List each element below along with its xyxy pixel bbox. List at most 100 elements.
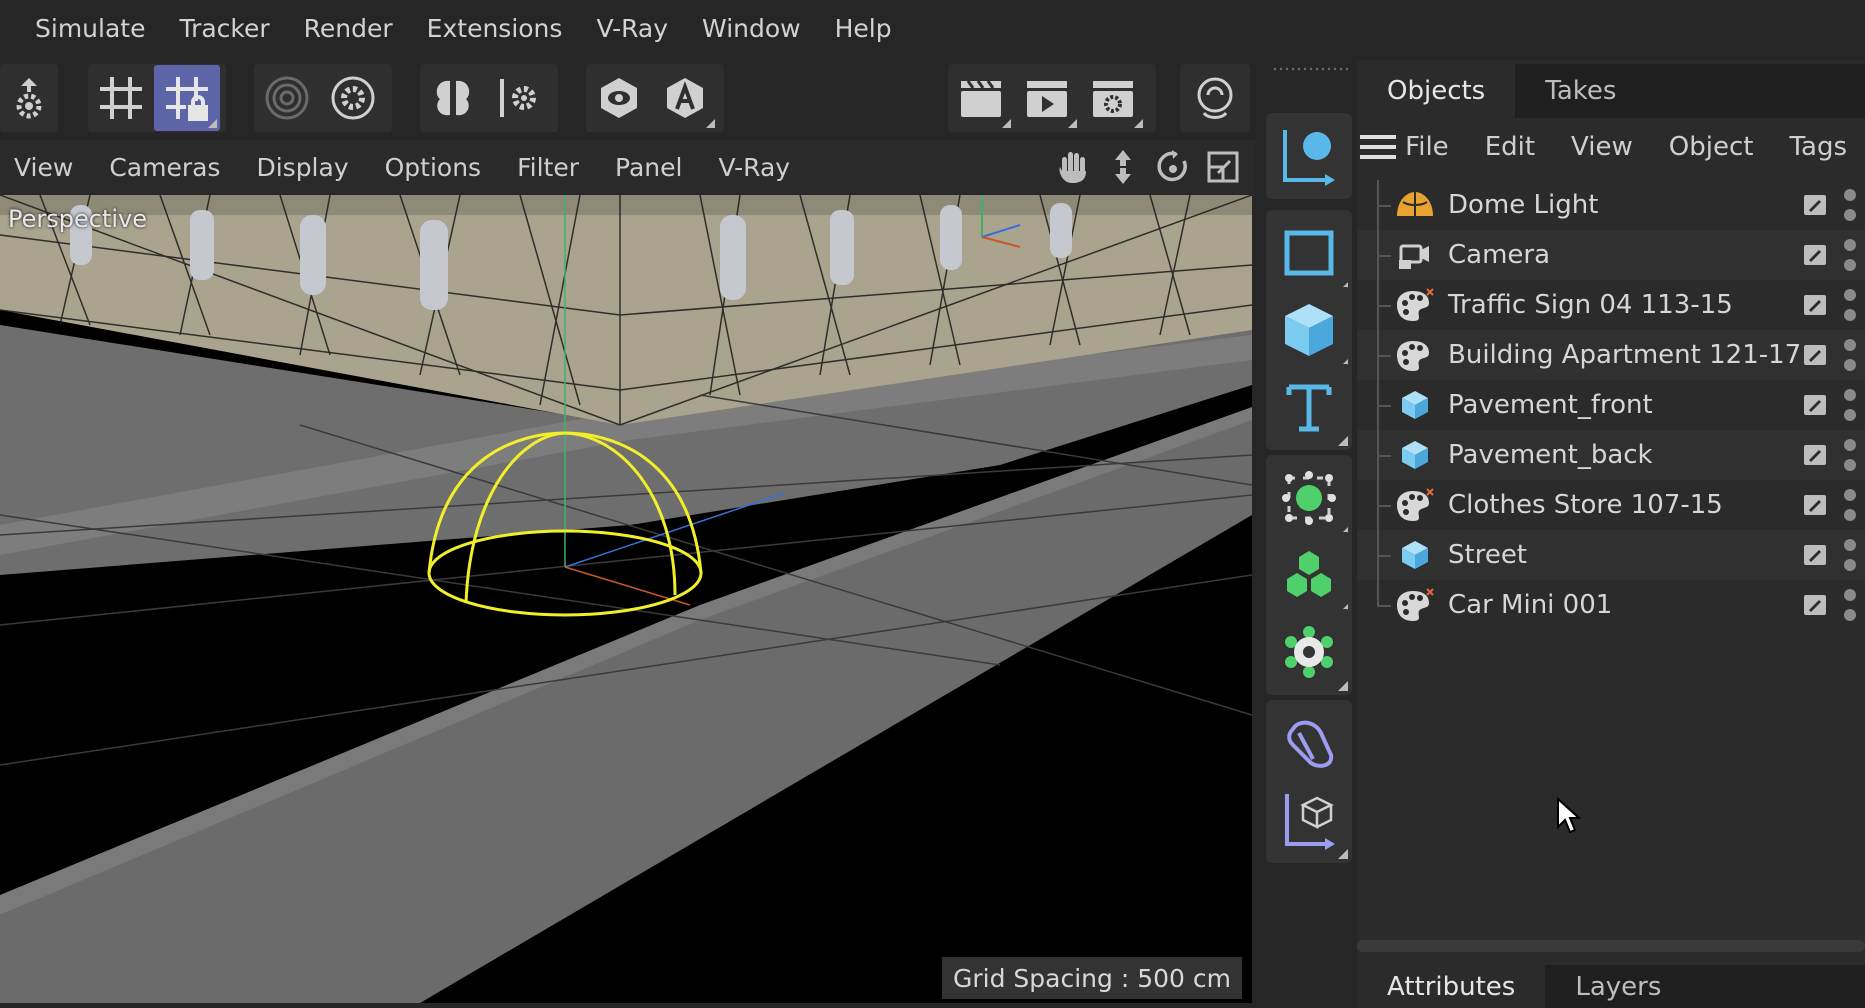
text-a-icon[interactable] bbox=[652, 65, 718, 131]
object-list: Dome Light Camera Traffic Sign 04 113-15 bbox=[1357, 180, 1865, 630]
object-name: Pavement_front bbox=[1448, 390, 1653, 420]
viewport-menu-options[interactable]: Options bbox=[367, 153, 499, 182]
list-item[interactable]: Pavement_back bbox=[1357, 430, 1865, 480]
viewport-menu-panel[interactable]: Panel bbox=[597, 153, 700, 182]
objects-menu-file[interactable]: File bbox=[1399, 132, 1467, 162]
viewport-menu-display[interactable]: Display bbox=[238, 153, 366, 182]
list-item[interactable]: Camera bbox=[1357, 230, 1865, 280]
snap-grid-icon[interactable] bbox=[88, 65, 154, 131]
edit-icon[interactable] bbox=[1803, 194, 1827, 216]
render-clapper-icon[interactable] bbox=[948, 65, 1014, 131]
move-sphere-icon[interactable] bbox=[1266, 113, 1352, 199]
objects-menu-edit[interactable]: Edit bbox=[1467, 132, 1553, 162]
viewport-label: Perspective bbox=[8, 205, 147, 233]
visibility-dots-icon[interactable] bbox=[1843, 238, 1857, 272]
viewport-menubar: View Cameras Display Options Filter Pane… bbox=[0, 140, 1255, 194]
objects-panel: Objects Takes File Edit View Object Tags… bbox=[1357, 60, 1865, 1008]
cube-object-icon bbox=[1395, 537, 1435, 573]
dome-light-icon bbox=[1395, 187, 1435, 223]
menu-help[interactable]: Help bbox=[818, 14, 909, 43]
asset-palette-icon bbox=[1395, 287, 1435, 323]
edit-icon[interactable] bbox=[1803, 244, 1827, 266]
target-rings-icon[interactable] bbox=[254, 65, 320, 131]
scene-render bbox=[0, 195, 1252, 1003]
viewport-menu-vray[interactable]: V-Ray bbox=[700, 153, 808, 182]
list-item[interactable]: Traffic Sign 04 113-15 bbox=[1357, 280, 1865, 330]
plane-square-icon[interactable] bbox=[1266, 210, 1352, 296]
viewport-menu-cameras[interactable]: Cameras bbox=[91, 153, 238, 182]
object-name: Building Apartment 121-17 bbox=[1448, 340, 1802, 370]
viewport-menu-filter[interactable]: Filter bbox=[499, 153, 597, 182]
deformer-shape-icon[interactable] bbox=[1266, 700, 1352, 786]
visibility-dots-icon[interactable] bbox=[1843, 188, 1857, 222]
gear-generator-icon[interactable] bbox=[1266, 609, 1352, 695]
edit-icon[interactable] bbox=[1803, 344, 1827, 366]
edit-icon[interactable] bbox=[1803, 544, 1827, 566]
menu-extensions[interactable]: Extensions bbox=[410, 14, 580, 43]
objects-menubar: File Edit View Object Tags bbox=[1357, 122, 1865, 172]
list-item[interactable]: Pavement_front bbox=[1357, 380, 1865, 430]
visibility-dots-icon[interactable] bbox=[1843, 588, 1857, 622]
visibility-dots-icon[interactable] bbox=[1843, 288, 1857, 322]
menu-render[interactable]: Render bbox=[287, 14, 410, 43]
snap-grid-lock-icon[interactable] bbox=[154, 65, 220, 131]
objects-menu-view[interactable]: View bbox=[1553, 132, 1651, 162]
cube-icon[interactable] bbox=[1266, 287, 1352, 373]
tab-attributes[interactable]: Attributes bbox=[1357, 965, 1546, 1008]
move-arrows-icon[interactable] bbox=[1101, 145, 1145, 189]
toolbar-group-hierarchy bbox=[0, 64, 58, 132]
tab-layers[interactable]: Layers bbox=[1545, 965, 1691, 1008]
list-item[interactable]: Car Mini 001 bbox=[1357, 580, 1865, 630]
symmetry-gear-icon[interactable] bbox=[486, 65, 552, 131]
menubar: Simulate Tracker Render Extensions V-Ray… bbox=[0, 0, 1865, 56]
pan-hand-icon[interactable] bbox=[1051, 145, 1095, 189]
viewport-perspective[interactable]: Perspective Grid Spacing : 500 cm bbox=[0, 195, 1252, 1003]
text-t-icon[interactable] bbox=[1266, 364, 1352, 450]
edit-icon[interactable] bbox=[1803, 394, 1827, 416]
workplane-circle-icon[interactable] bbox=[1180, 65, 1250, 131]
hamburger-menu-icon[interactable] bbox=[1357, 122, 1399, 172]
menu-tracker[interactable]: Tracker bbox=[162, 14, 286, 43]
viewport-nav-controls bbox=[1051, 140, 1255, 194]
visibility-eye-icon[interactable] bbox=[586, 65, 652, 131]
maximize-view-icon[interactable] bbox=[1201, 145, 1245, 189]
menu-simulate[interactable]: Simulate bbox=[0, 14, 162, 43]
tab-objects[interactable]: Objects bbox=[1357, 64, 1516, 118]
list-item[interactable]: Street bbox=[1357, 530, 1865, 580]
object-name: Car Mini 001 bbox=[1448, 590, 1613, 620]
viewport-menu-view[interactable]: View bbox=[0, 153, 91, 182]
objects-horizontal-scrollbar[interactable] bbox=[1357, 940, 1865, 952]
object-name: Camera bbox=[1448, 240, 1551, 270]
axis-cube-icon[interactable] bbox=[1266, 777, 1352, 863]
objects-menu-object[interactable]: Object bbox=[1651, 132, 1772, 162]
toolbar-group-workplane bbox=[1180, 64, 1250, 132]
hierarchy-gear-icon[interactable] bbox=[0, 65, 58, 131]
light-target-icon[interactable] bbox=[1266, 455, 1352, 541]
edit-icon[interactable] bbox=[1803, 594, 1827, 616]
edit-icon[interactable] bbox=[1803, 294, 1827, 316]
target-gear-icon[interactable] bbox=[320, 65, 386, 131]
tab-takes[interactable]: Takes bbox=[1515, 64, 1646, 118]
list-item[interactable]: Clothes Store 107-15 bbox=[1357, 480, 1865, 530]
mouse-cursor-icon bbox=[1556, 796, 1582, 839]
object-name: Traffic Sign 04 113-15 bbox=[1448, 290, 1733, 320]
visibility-dots-icon[interactable] bbox=[1843, 438, 1857, 472]
object-name: Dome Light bbox=[1448, 190, 1599, 220]
edit-icon[interactable] bbox=[1803, 444, 1827, 466]
orbit-icon[interactable] bbox=[1151, 145, 1195, 189]
visibility-dots-icon[interactable] bbox=[1843, 488, 1857, 522]
edit-icon[interactable] bbox=[1803, 494, 1827, 516]
cloner-cubes-icon[interactable] bbox=[1266, 532, 1352, 618]
visibility-dots-icon[interactable] bbox=[1843, 388, 1857, 422]
menu-vray[interactable]: V-Ray bbox=[579, 14, 685, 43]
objects-menu-tags[interactable]: Tags bbox=[1771, 132, 1865, 162]
visibility-dots-icon[interactable] bbox=[1843, 538, 1857, 572]
symmetry-icon[interactable] bbox=[420, 65, 486, 131]
list-item[interactable]: Dome Light bbox=[1357, 180, 1865, 230]
render-settings-icon[interactable] bbox=[1080, 65, 1146, 131]
grid-spacing-status: Grid Spacing : 500 cm bbox=[942, 957, 1242, 999]
visibility-dots-icon[interactable] bbox=[1843, 338, 1857, 372]
list-item[interactable]: Building Apartment 121-17 bbox=[1357, 330, 1865, 380]
render-play-icon[interactable] bbox=[1014, 65, 1080, 131]
menu-window[interactable]: Window bbox=[685, 14, 818, 43]
